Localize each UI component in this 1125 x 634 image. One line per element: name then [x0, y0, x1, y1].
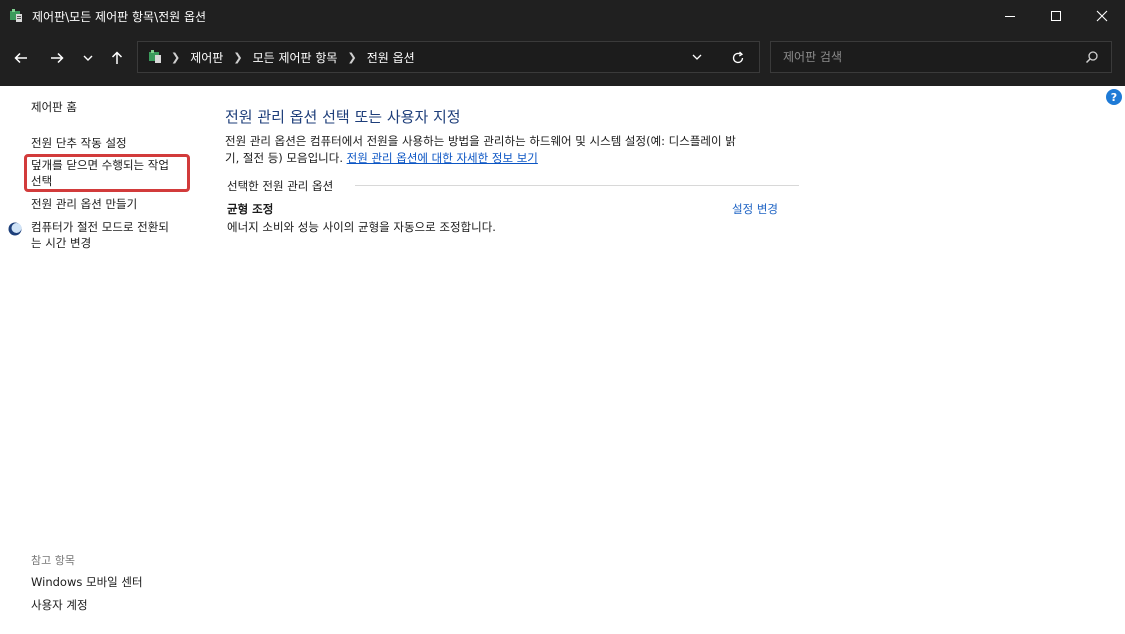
create-power-plan-link[interactable]: 전원 관리 옵션 만들기 [31, 196, 137, 212]
title-bar: 제어판\모든 제어판 항목\전원 옵션 [0, 0, 1125, 32]
selected-plan-header: 선택한 전원 관리 옵션 [227, 179, 334, 193]
breadcrumb-separator-icon[interactable]: ❯ [233, 51, 242, 64]
help-icon[interactable]: ? [1106, 89, 1122, 105]
address-history-dropdown[interactable] [689, 49, 705, 65]
control-panel-home-link[interactable]: 제어판 홈 [31, 99, 77, 115]
lid-link-line-2: 선택 [31, 174, 53, 188]
page-title: 전원 관리 옵션 선택 또는 사용자 지정 [225, 108, 461, 126]
chevron-down-icon [83, 55, 93, 61]
choose-lid-close-action-link[interactable]: 덮개를 닫으면 수행되는 작업 선택 [31, 157, 169, 189]
plan-description: 에너지 소비와 성능 사이의 균형을 자동으로 조정합니다. [227, 220, 496, 234]
change-sleep-time-link[interactable]: 컴퓨터가 절전 모드로 전환되 는 시간 변경 [31, 219, 169, 251]
minimize-button[interactable] [987, 0, 1033, 32]
description-line-2: 기, 절전 등) 모음입니다. 전원 관리 옵션에 대한 자세한 정보 보기 [225, 150, 805, 167]
control-panel-icon [147, 49, 163, 65]
close-icon [1096, 10, 1108, 22]
address-bar[interactable]: ❯ 제어판 ❯ 모든 제어판 항목 ❯ 전원 옵션 [137, 41, 760, 73]
control-panel-icon [8, 8, 24, 24]
see-also-header: 참고 항목 [31, 554, 75, 567]
search-input[interactable] [781, 49, 1075, 65]
sleep-moon-icon [8, 221, 22, 236]
close-button[interactable] [1079, 0, 1125, 32]
arrow-up-icon [111, 51, 123, 64]
page-description: 전원 관리 옵션은 컴퓨터에서 전원을 사용하는 방법을 관리하는 하드웨어 및… [225, 133, 805, 167]
change-plan-settings-link[interactable]: 설정 변경 [732, 201, 778, 217]
refresh-button[interactable] [729, 49, 747, 67]
breadcrumb-all-items[interactable]: 모든 제어판 항목 [253, 49, 338, 66]
chevron-down-icon [692, 54, 702, 60]
up-button[interactable] [103, 44, 131, 72]
search-box[interactable] [770, 41, 1112, 73]
recent-locations-button[interactable] [74, 44, 102, 72]
lid-link-line-1: 덮개를 닫으면 수행되는 작업 [31, 158, 169, 172]
breadcrumb-power-options[interactable]: 전원 옵션 [367, 49, 415, 66]
arrow-left-icon [14, 52, 27, 64]
back-button[interactable] [7, 44, 35, 72]
arrow-right-icon [51, 52, 64, 64]
refresh-icon [732, 51, 744, 64]
window-controls [987, 0, 1125, 32]
forward-button[interactable] [43, 44, 71, 72]
main-content: ? 전원 관리 옵션 선택 또는 사용자 지정 전원 관리 옵션은 컴퓨터에서 … [205, 86, 1125, 634]
left-navigation-pane: 제어판 홈 전원 단추 작동 설정 덮개를 닫으면 수행되는 작업 선택 전원 … [0, 86, 205, 634]
breadcrumb-separator-icon[interactable]: ❯ [171, 51, 180, 64]
maximize-icon [1051, 11, 1061, 21]
power-plan-info-link[interactable]: 전원 관리 옵션에 대한 자세한 정보 보기 [347, 151, 538, 165]
control-panel-window: 제어판\모든 제어판 항목\전원 옵션 ❯ 제어판 ❯ 모든 제어판 항목 ❯ … [0, 0, 1125, 634]
sleep-link-line-1: 컴퓨터가 절전 모드로 전환되 [31, 220, 169, 234]
breadcrumb-separator-icon[interactable]: ❯ [347, 51, 356, 64]
window-title: 제어판\모든 제어판 항목\전원 옵션 [32, 9, 207, 24]
maximize-button[interactable] [1033, 0, 1079, 32]
windows-mobility-center-link[interactable]: Windows 모바일 센터 [31, 574, 143, 590]
minimize-icon [1005, 16, 1015, 17]
sleep-link-line-2: 는 시간 변경 [31, 236, 92, 250]
navigation-bar: ❯ 제어판 ❯ 모든 제어판 항목 ❯ 전원 옵션 [0, 32, 1125, 86]
choose-power-button-action-link[interactable]: 전원 단추 작동 설정 [31, 135, 127, 151]
plan-name: 균형 조정 [227, 202, 274, 216]
user-accounts-link[interactable]: 사용자 계정 [31, 597, 88, 613]
breadcrumb-control-panel[interactable]: 제어판 [190, 49, 223, 66]
description-text: 기, 절전 등) 모음입니다. [225, 151, 343, 165]
description-line-1: 전원 관리 옵션은 컴퓨터에서 전원을 사용하는 방법을 관리하는 하드웨어 및… [225, 134, 736, 148]
section-divider [355, 185, 799, 186]
search-icon[interactable] [1085, 50, 1099, 64]
